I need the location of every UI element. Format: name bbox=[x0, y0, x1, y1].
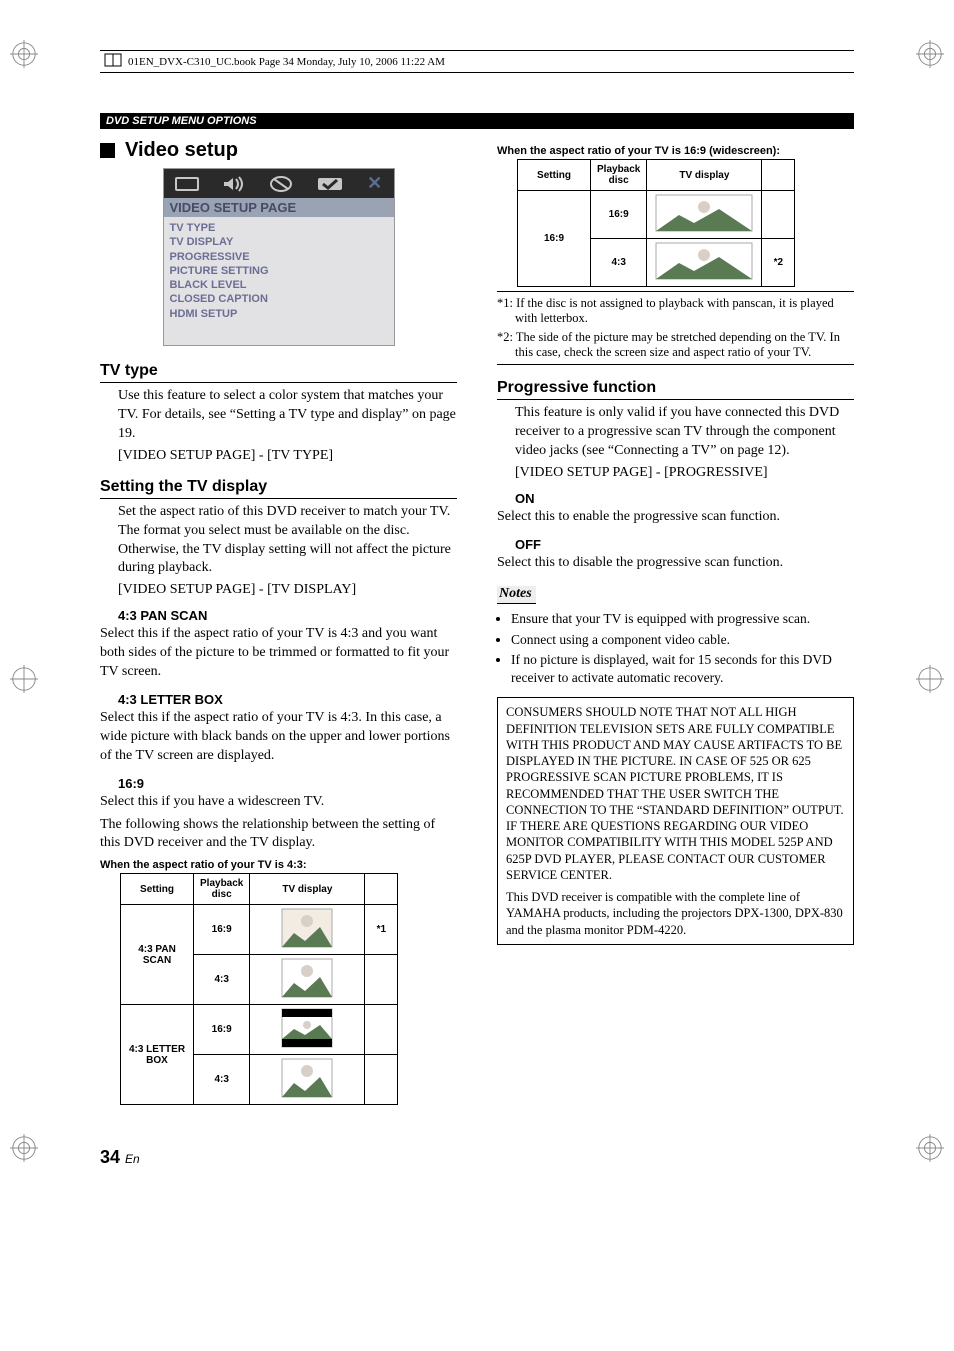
compatibility-warning-box: CONSUMERS SHOULD NOTE THAT NOT ALL HIGH … bbox=[497, 697, 854, 945]
registration-mark-icon bbox=[916, 40, 944, 74]
cell-display bbox=[250, 955, 365, 1005]
table1-caption: When the aspect ratio of your TV is 4:3: bbox=[100, 859, 457, 871]
tv-type-heading: TV type bbox=[100, 362, 457, 383]
note-item: Ensure that your TV is equipped with pro… bbox=[511, 610, 854, 628]
tv-letterbox-icon bbox=[272, 1007, 342, 1049]
osd-item: TV DISPLAY bbox=[170, 235, 388, 249]
audio-tab-icon bbox=[223, 176, 245, 192]
osd-item: PROGRESSIVE bbox=[170, 250, 388, 264]
option-off-text: Select this to disable the progressive s… bbox=[497, 554, 854, 573]
tv-wide-icon bbox=[654, 193, 754, 233]
note-item: Connect using a component video cable. bbox=[511, 631, 854, 649]
general-tab-icon bbox=[175, 176, 199, 192]
cell-note bbox=[365, 1005, 398, 1055]
osd-item: TV TYPE bbox=[170, 221, 388, 235]
close-tab-icon: ✕ bbox=[367, 173, 382, 194]
book-icon bbox=[104, 53, 122, 70]
osd-menu-list: TV TYPE TV DISPLAY PROGRESSIVE PICTURE S… bbox=[164, 217, 394, 345]
th-note bbox=[762, 160, 795, 191]
warning-paragraph-1: CONSUMERS SHOULD NOTE THAT NOT ALL HIGH … bbox=[506, 704, 845, 883]
cell-setting: 16:9 bbox=[518, 191, 591, 287]
tv-type-path: [VIDEO SETUP PAGE] - [TV TYPE] bbox=[118, 448, 457, 464]
registration-mark-icon bbox=[10, 1134, 38, 1168]
option-169-text2: The following shows the relationship bet… bbox=[100, 816, 457, 854]
cell-display bbox=[647, 239, 762, 287]
progressive-path: [VIDEO SETUP PAGE] - [PROGRESSIVE] bbox=[515, 465, 854, 481]
registration-mark-icon bbox=[916, 1134, 944, 1168]
osd-item: CLOSED CAPTION bbox=[170, 292, 388, 306]
cell-disc: 4:3 bbox=[591, 239, 647, 287]
osd-video-setup-panel: ✕ VIDEO SETUP PAGE TV TYPE TV DISPLAY PR… bbox=[163, 168, 395, 346]
notes-list: Ensure that your TV is equipped with pro… bbox=[497, 610, 854, 687]
registration-mark-icon bbox=[916, 665, 944, 699]
th-display: TV display bbox=[647, 160, 762, 191]
table2-caption: When the aspect ratio of your TV is 16:9… bbox=[497, 145, 854, 157]
tv-43-icon bbox=[272, 957, 342, 999]
footnote-2: *2: The side of the picture may be stret… bbox=[497, 330, 854, 360]
cell-disc: 4:3 bbox=[194, 955, 250, 1005]
option-letterbox-heading: 4:3 LETTER BOX bbox=[118, 692, 457, 707]
cell-display bbox=[250, 905, 365, 955]
option-panscan-heading: 4:3 PAN SCAN bbox=[118, 608, 457, 623]
th-display: TV display bbox=[250, 874, 365, 905]
cell-setting: 4:3 PAN SCAN bbox=[121, 905, 194, 1005]
section-banner: DVD SETUP MENU OPTIONS bbox=[100, 113, 854, 129]
registration-mark-icon bbox=[10, 40, 38, 74]
tv-wide-stretch-icon bbox=[654, 241, 754, 281]
th-setting: Setting bbox=[121, 874, 194, 905]
th-disc: Playback disc bbox=[194, 874, 250, 905]
preference-tab-icon bbox=[317, 176, 343, 192]
cell-disc: 4:3 bbox=[194, 1055, 250, 1105]
cell-disc: 16:9 bbox=[591, 191, 647, 239]
osd-item: HDMI SETUP bbox=[170, 307, 388, 321]
cell-display bbox=[250, 1005, 365, 1055]
aspect-table-169: Setting Playback disc TV display 16:9 16… bbox=[517, 159, 795, 287]
cell-note: *1 bbox=[365, 905, 398, 955]
option-on-heading: ON bbox=[515, 491, 854, 506]
option-169-heading: 16:9 bbox=[118, 776, 457, 791]
option-on-text: Select this to enable the progressive sc… bbox=[497, 508, 854, 527]
cell-note bbox=[365, 955, 398, 1005]
cell-setting: 4:3 LETTER BOX bbox=[121, 1005, 194, 1105]
cell-note bbox=[365, 1055, 398, 1105]
page-number: 34 En bbox=[100, 1147, 894, 1168]
tv-panscan-169-icon bbox=[272, 907, 342, 949]
progressive-body: This feature is only valid if you have c… bbox=[515, 404, 854, 461]
th-disc: Playback disc bbox=[591, 160, 647, 191]
aspect-table-43: Setting Playback disc TV display 4:3 PAN… bbox=[120, 873, 398, 1105]
notes-label: Notes bbox=[497, 586, 536, 604]
registration-mark-icon bbox=[10, 665, 38, 699]
th-note bbox=[365, 874, 398, 905]
setting-tv-display-path: [VIDEO SETUP PAGE] - [TV DISPLAY] bbox=[118, 582, 457, 598]
cell-note: *2 bbox=[762, 239, 795, 287]
header-text: 01EN_DVX-C310_UC.book Page 34 Monday, Ju… bbox=[128, 56, 445, 68]
setting-tv-display-body: Set the aspect ratio of this DVD receive… bbox=[118, 503, 457, 579]
warning-paragraph-2: This DVD receiver is compatible with the… bbox=[506, 889, 845, 938]
option-169-text1: Select this if you have a widescreen TV. bbox=[100, 793, 457, 812]
video-tab-icon bbox=[270, 176, 292, 192]
osd-item: PICTURE SETTING bbox=[170, 264, 388, 278]
bullet-square-icon bbox=[100, 143, 115, 158]
osd-item: BLACK LEVEL bbox=[170, 278, 388, 292]
tv-43-icon bbox=[272, 1057, 342, 1099]
cell-disc: 16:9 bbox=[194, 905, 250, 955]
footnote-1: *1: If the disc is not assigned to playb… bbox=[497, 296, 854, 326]
option-off-heading: OFF bbox=[515, 537, 854, 552]
setting-tv-display-heading: Setting the TV display bbox=[100, 478, 457, 499]
cell-note bbox=[762, 191, 795, 239]
th-setting: Setting bbox=[518, 160, 591, 191]
tv-type-body: Use this feature to select a color syste… bbox=[118, 387, 457, 444]
cell-display bbox=[250, 1055, 365, 1105]
option-letterbox-text: Select this if the aspect ratio of your … bbox=[100, 709, 457, 766]
video-setup-heading: Video setup bbox=[100, 139, 457, 162]
osd-tab-bar: ✕ bbox=[164, 169, 394, 198]
option-panscan-text: Select this if the aspect ratio of your … bbox=[100, 625, 457, 682]
progressive-heading: Progressive function bbox=[497, 379, 854, 400]
note-item: If no picture is displayed, wait for 15 … bbox=[511, 651, 854, 687]
framemaker-header: 01EN_DVX-C310_UC.book Page 34 Monday, Ju… bbox=[100, 50, 854, 73]
osd-title: VIDEO SETUP PAGE bbox=[164, 198, 394, 217]
cell-disc: 16:9 bbox=[194, 1005, 250, 1055]
cell-display bbox=[647, 191, 762, 239]
